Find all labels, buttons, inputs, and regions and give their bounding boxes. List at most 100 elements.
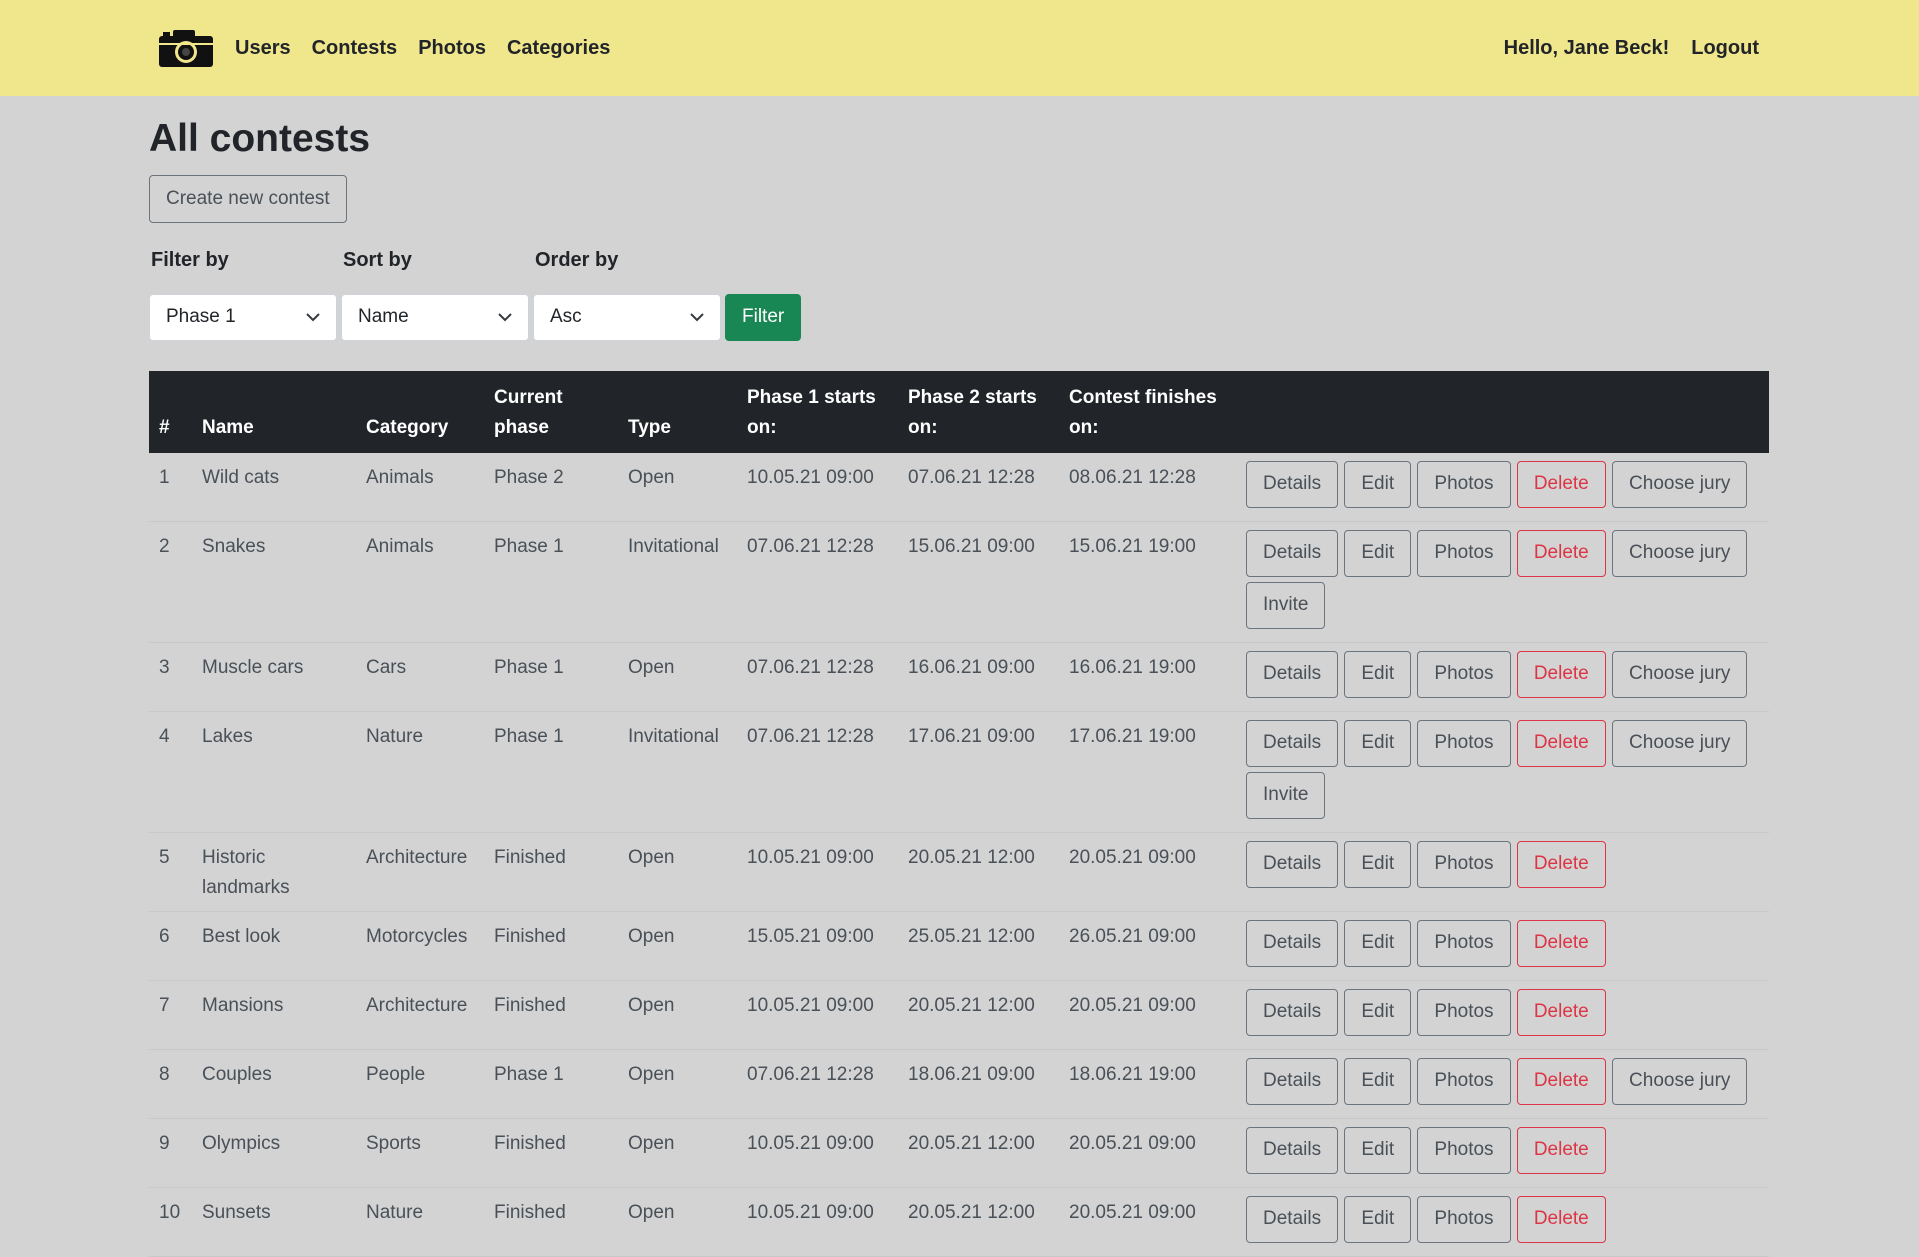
contest-phase: Finished xyxy=(484,832,618,912)
photos-button[interactable]: Photos xyxy=(1417,1057,1511,1105)
photos-button[interactable]: Photos xyxy=(1417,650,1511,698)
edit-button[interactable]: Edit xyxy=(1344,650,1412,698)
photos-button[interactable]: Photos xyxy=(1417,919,1511,967)
delete-button[interactable]: Delete xyxy=(1516,919,1606,967)
choose-jury-button[interactable]: Choose jury xyxy=(1612,650,1748,698)
details-button[interactable]: Details xyxy=(1246,840,1339,888)
delete-button[interactable]: Delete xyxy=(1516,840,1606,888)
order-by-value: Asc xyxy=(550,306,582,328)
edit-button[interactable]: Edit xyxy=(1344,460,1412,508)
contest-finish: 20.05.21 09:00 xyxy=(1059,980,1236,1050)
photos-button[interactable]: Photos xyxy=(1417,719,1511,767)
order-by-label: Order by xyxy=(535,248,619,271)
row-actions: Details Edit Photos Delete xyxy=(1236,980,1769,1050)
details-button[interactable]: Details xyxy=(1246,719,1339,767)
details-button[interactable]: Details xyxy=(1246,1057,1339,1105)
logout-link[interactable]: Logout xyxy=(1691,37,1759,60)
delete-button[interactable]: Delete xyxy=(1516,1195,1606,1243)
contest-name: Historic landmarks xyxy=(192,832,356,912)
delete-button[interactable]: Delete xyxy=(1516,529,1606,577)
invite-button[interactable]: Invite xyxy=(1246,581,1326,629)
edit-button[interactable]: Edit xyxy=(1344,919,1412,967)
edit-button[interactable]: Edit xyxy=(1344,1057,1412,1105)
contest-type: Open xyxy=(618,1118,737,1188)
edit-button[interactable]: Edit xyxy=(1344,529,1412,577)
filter-button[interactable]: Filter xyxy=(725,293,802,341)
order-by-select[interactable]: Asc xyxy=(533,293,721,341)
column-header-current-phase: Current phase xyxy=(494,386,563,438)
table-body: 1 Wild cats Animals Phase 2 Open 10.05.21 09:… xyxy=(149,452,1769,1257)
phase1-start: 10.05.21 09:00 xyxy=(737,980,898,1050)
photos-button[interactable]: Photos xyxy=(1417,840,1511,888)
column-header-number: # xyxy=(159,416,170,438)
contest-finish: 26.05.21 09:00 xyxy=(1059,911,1236,981)
row-number: 10 xyxy=(149,1187,192,1257)
details-button[interactable]: Details xyxy=(1246,988,1339,1036)
nav-link-contests[interactable]: Contests xyxy=(312,37,398,60)
filter-controls: Phase 1 Name Asc Filter xyxy=(149,293,1769,341)
delete-button[interactable]: Delete xyxy=(1516,1057,1606,1105)
table-row: 3 Muscle cars Cars Phase 1 Open 07.06.21 12:2… xyxy=(149,642,1769,712)
choose-jury-button[interactable]: Choose jury xyxy=(1612,529,1748,577)
contest-finish: 16.06.21 19:00 xyxy=(1059,642,1236,712)
filter-form: Filter by Sort by Order by Phase 1 Name … xyxy=(149,249,1769,341)
delete-button[interactable]: Delete xyxy=(1516,988,1606,1036)
column-header-phase1-start: Phase 1 starts on: xyxy=(747,386,876,438)
phase2-start: 20.05.21 12:00 xyxy=(898,980,1059,1050)
row-number: 5 xyxy=(149,832,192,912)
details-button[interactable]: Details xyxy=(1246,460,1339,508)
nav-link-users[interactable]: Users xyxy=(235,37,291,60)
row-actions: Details Edit Photos Delete Choose jury xyxy=(1236,642,1769,712)
contest-phase: Phase 1 xyxy=(484,1049,618,1119)
choose-jury-button[interactable]: Choose jury xyxy=(1612,1057,1748,1105)
sort-by-value: Name xyxy=(358,306,409,328)
contest-type: Invitational xyxy=(618,521,737,643)
user-greeting: Hello, Jane Beck! xyxy=(1503,36,1670,59)
filter-by-select[interactable]: Phase 1 xyxy=(149,293,337,341)
nav-link-categories[interactable]: Categories xyxy=(507,37,610,60)
sort-by-select[interactable]: Name xyxy=(341,293,529,341)
contest-category: People xyxy=(356,1049,484,1119)
photos-button[interactable]: Photos xyxy=(1417,529,1511,577)
edit-button[interactable]: Edit xyxy=(1344,988,1412,1036)
filter-labels: Filter by Sort by Order by xyxy=(149,249,1769,272)
contest-category: Animals xyxy=(356,452,484,522)
details-button[interactable]: Details xyxy=(1246,529,1339,577)
details-button[interactable]: Details xyxy=(1246,919,1339,967)
contest-category: Animals xyxy=(356,521,484,643)
photos-button[interactable]: Photos xyxy=(1417,1195,1511,1243)
photos-button[interactable]: Photos xyxy=(1417,988,1511,1036)
details-button[interactable]: Details xyxy=(1246,1195,1339,1243)
photos-button[interactable]: Photos xyxy=(1417,460,1511,508)
photos-button[interactable]: Photos xyxy=(1417,1126,1511,1174)
edit-button[interactable]: Edit xyxy=(1344,840,1412,888)
phase2-start: 16.06.21 09:00 xyxy=(898,642,1059,712)
choose-jury-button[interactable]: Choose jury xyxy=(1612,460,1748,508)
row-actions: Details Edit Photos Delete xyxy=(1236,911,1769,981)
delete-button[interactable]: Delete xyxy=(1516,650,1606,698)
camera-icon[interactable] xyxy=(157,27,215,69)
create-contest-button[interactable]: Create new contest xyxy=(149,174,347,223)
chevron-down-icon xyxy=(306,309,320,325)
contest-name: Couples xyxy=(192,1049,356,1119)
row-number: 4 xyxy=(149,711,192,833)
choose-jury-button[interactable]: Choose jury xyxy=(1612,719,1748,767)
row-number: 3 xyxy=(149,642,192,712)
delete-button[interactable]: Delete xyxy=(1516,460,1606,508)
edit-button[interactable]: Edit xyxy=(1344,1195,1412,1243)
edit-button[interactable]: Edit xyxy=(1344,1126,1412,1174)
delete-button[interactable]: Delete xyxy=(1516,1126,1606,1174)
edit-button[interactable]: Edit xyxy=(1344,719,1412,767)
phase2-start: 18.06.21 09:00 xyxy=(898,1049,1059,1119)
details-button[interactable]: Details xyxy=(1246,650,1339,698)
filter-by-value: Phase 1 xyxy=(166,306,236,328)
row-actions: Details Edit Photos Delete Choose jury xyxy=(1236,1049,1769,1119)
contest-type: Open xyxy=(618,642,737,712)
delete-button[interactable]: Delete xyxy=(1516,719,1606,767)
invite-button[interactable]: Invite xyxy=(1246,771,1326,819)
details-button[interactable]: Details xyxy=(1246,1126,1339,1174)
row-actions: Details Edit Photos Delete Choose jury I… xyxy=(1236,711,1769,833)
contest-category: Architecture xyxy=(356,832,484,912)
nav-link-photos[interactable]: Photos xyxy=(418,37,486,60)
contest-phase: Finished xyxy=(484,1118,618,1188)
